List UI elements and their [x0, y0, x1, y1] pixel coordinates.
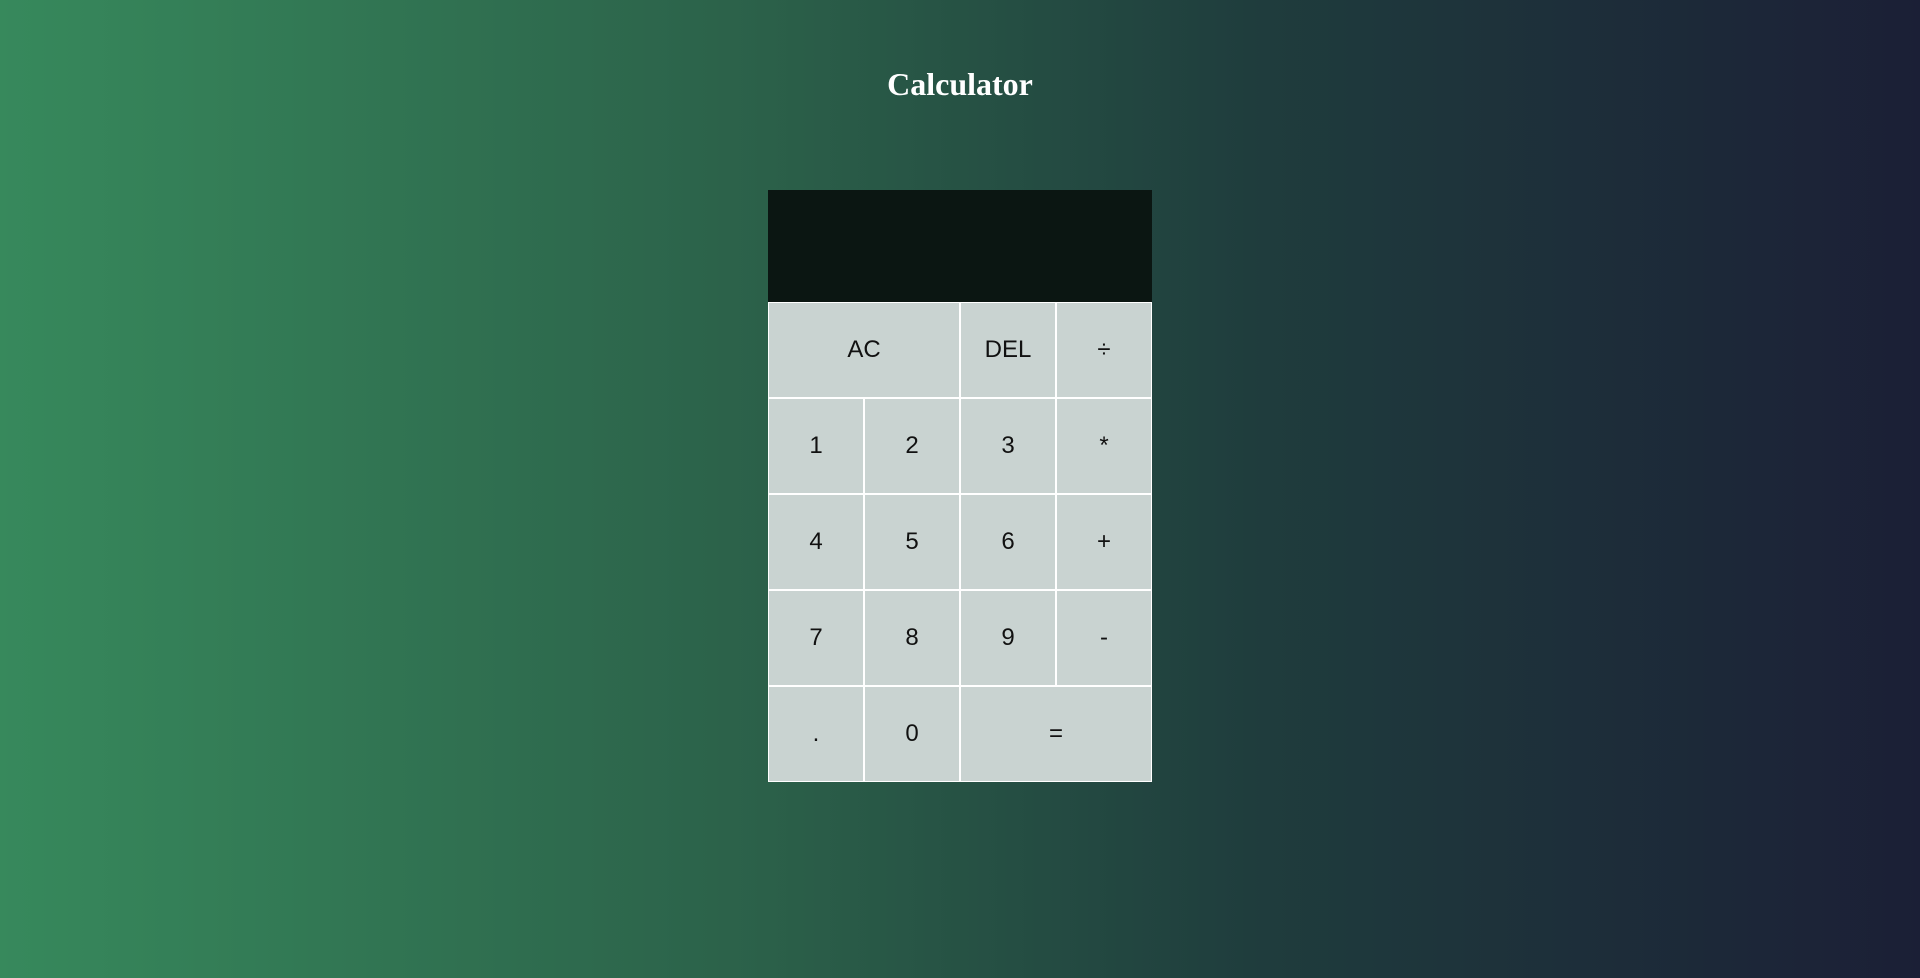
digit-6-button[interactable]: 6	[960, 494, 1056, 590]
calculator: AC DEL ÷ 1 2 3 * 4 5 6 + 7 8 9 - . 0 =	[768, 190, 1152, 782]
decimal-button[interactable]: .	[768, 686, 864, 782]
multiply-button[interactable]: *	[1056, 398, 1152, 494]
page-title: Calculator	[887, 66, 1033, 102]
add-button[interactable]: +	[1056, 494, 1152, 590]
output-display	[768, 190, 1152, 302]
divide-button[interactable]: ÷	[1056, 302, 1152, 398]
equals-button[interactable]: =	[960, 686, 1152, 782]
all-clear-button[interactable]: AC	[768, 302, 960, 398]
delete-button[interactable]: DEL	[960, 302, 1056, 398]
digit-0-button[interactable]: 0	[864, 686, 960, 782]
digit-7-button[interactable]: 7	[768, 590, 864, 686]
digit-3-button[interactable]: 3	[960, 398, 1056, 494]
digit-5-button[interactable]: 5	[864, 494, 960, 590]
digit-1-button[interactable]: 1	[768, 398, 864, 494]
digit-4-button[interactable]: 4	[768, 494, 864, 590]
digit-8-button[interactable]: 8	[864, 590, 960, 686]
digit-2-button[interactable]: 2	[864, 398, 960, 494]
subtract-button[interactable]: -	[1056, 590, 1152, 686]
digit-9-button[interactable]: 9	[960, 590, 1056, 686]
